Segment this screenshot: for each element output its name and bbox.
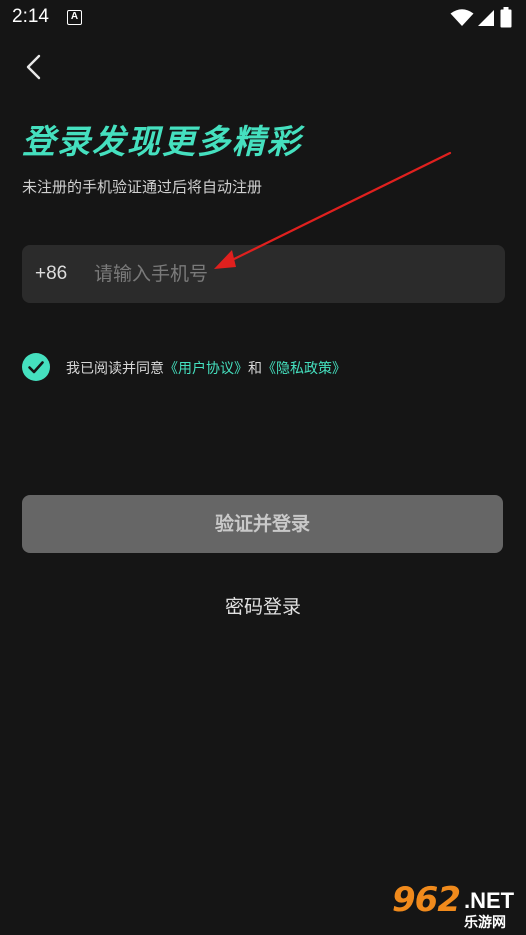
watermark-domain: .NET: [464, 888, 515, 913]
password-login-label: 密码登录: [224, 596, 301, 618]
password-login-link[interactable]: 密码登录: [0, 592, 526, 619]
wifi-icon: [450, 9, 474, 26]
battery-icon: [500, 7, 512, 28]
back-chevron-icon[interactable]: [20, 52, 50, 82]
phone-input[interactable]: [94, 257, 484, 291]
page-subtitle: 未注册的手机验证通过后将自动注册: [22, 178, 263, 196]
status-time: 2:14: [12, 6, 49, 27]
site-watermark: 962 .NET 乐游网: [386, 880, 522, 932]
country-code[interactable]: +86: [35, 263, 67, 285]
notification-icon: A: [67, 10, 82, 25]
agreement-text: 我已阅读并同意《用户协议》和《隐私政策》: [66, 358, 346, 378]
watermark-number: 962: [392, 880, 461, 920]
user-agreement-link[interactable]: 《用户协议》: [164, 361, 248, 377]
signal-icon: [478, 10, 494, 26]
agreement-checkbox[interactable]: [22, 353, 50, 381]
verify-login-button[interactable]: 验证并登录: [22, 495, 503, 553]
agreement-conjunction: 和: [248, 361, 262, 377]
checkmark-icon: [28, 361, 44, 374]
privacy-policy-link[interactable]: 《隐私政策》: [262, 361, 346, 377]
page-title: 登录发现更多精彩: [22, 122, 302, 161]
login-screen: 2:14 A 登录发现更多精彩 未注册的手机验证通过后将自动注册 +86 我已阅…: [0, 0, 526, 935]
agreement-prefix: 我已阅读并同意: [66, 361, 164, 377]
status-bar: 2:14 A: [0, 0, 526, 36]
phone-field[interactable]: +86: [22, 245, 505, 303]
watermark-chinese: 乐游网: [464, 915, 506, 931]
